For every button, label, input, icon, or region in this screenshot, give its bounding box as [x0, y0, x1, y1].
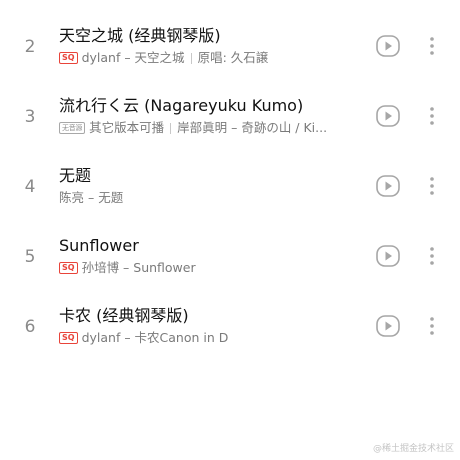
song-index: 6: [24, 317, 36, 337]
watermark: @稀土掘金技术社区: [372, 444, 454, 454]
more-vertical-icon[interactable]: [424, 174, 440, 198]
no-source-badge: 无音源: [59, 122, 86, 134]
song-title: Sunflower: [59, 236, 139, 255]
song-row[interactable]: 6 卡农 (经典钢琴版) SQ dylanf – 卡农Canon in D: [0, 305, 460, 367]
play-icon[interactable]: [376, 175, 400, 197]
sq-badge: SQ: [59, 52, 78, 64]
song-row[interactable]: 3 流れ行く云 (Nagareyuku Kumo) 无音源 其它版本可播 岸部眞…: [0, 95, 460, 157]
sq-badge: SQ: [59, 332, 78, 344]
song-artist-album: dylanf – 天空之城: [81, 50, 185, 65]
play-icon[interactable]: [376, 245, 400, 267]
song-row[interactable]: 5 Sunflower SQ 孙培博 – Sunflower: [0, 235, 460, 297]
song-row[interactable]: 4 无题 陈亮 – 无题: [0, 165, 460, 227]
song-index: 4: [24, 177, 36, 197]
sq-badge: SQ: [59, 262, 78, 274]
meta-divider: [170, 122, 172, 134]
song-title: 无题: [59, 166, 92, 185]
song-index: 3: [24, 107, 36, 127]
song-meta: 无音源 其它版本可播 岸部眞明 – 奇跡の山 / Ki...: [59, 119, 365, 137]
song-meta: SQ 孙培博 – Sunflower: [59, 259, 365, 277]
song-title: 流れ行く云 (Nagareyuku Kumo): [59, 96, 304, 115]
song-artist-album: dylanf – 卡农Canon in D: [81, 330, 229, 345]
play-icon[interactable]: [376, 35, 400, 57]
song-title: 天空之城 (经典钢琴版): [59, 26, 221, 45]
song-meta: SQ dylanf – 天空之城 原唱: 久石譲: [59, 49, 365, 67]
more-vertical-icon[interactable]: [424, 314, 440, 338]
song-meta: SQ dylanf – 卡农Canon in D: [59, 329, 365, 347]
more-vertical-icon[interactable]: [424, 244, 440, 268]
play-icon[interactable]: [376, 105, 400, 127]
meta-divider: [190, 52, 192, 64]
song-row[interactable]: 2 天空之城 (经典钢琴版) SQ dylanf – 天空之城 原唱: 久石譲: [0, 25, 460, 87]
song-index: 2: [24, 37, 36, 57]
song-availability: 其它版本可播: [89, 120, 165, 135]
play-icon[interactable]: [376, 315, 400, 337]
song-artist-album: 孙培博 – Sunflower: [81, 260, 196, 275]
more-vertical-icon[interactable]: [424, 34, 440, 58]
song-meta: 陈亮 – 无题: [59, 189, 365, 207]
song-index: 5: [24, 247, 36, 267]
song-original-singer: 原唱: 久石譲: [197, 50, 269, 65]
more-vertical-icon[interactable]: [424, 104, 440, 128]
song-artist-album: 陈亮 – 无题: [59, 190, 124, 205]
song-artist-album: 岸部眞明 – 奇跡の山 / Ki...: [177, 120, 328, 135]
song-title: 卡农 (经典钢琴版): [59, 306, 189, 325]
